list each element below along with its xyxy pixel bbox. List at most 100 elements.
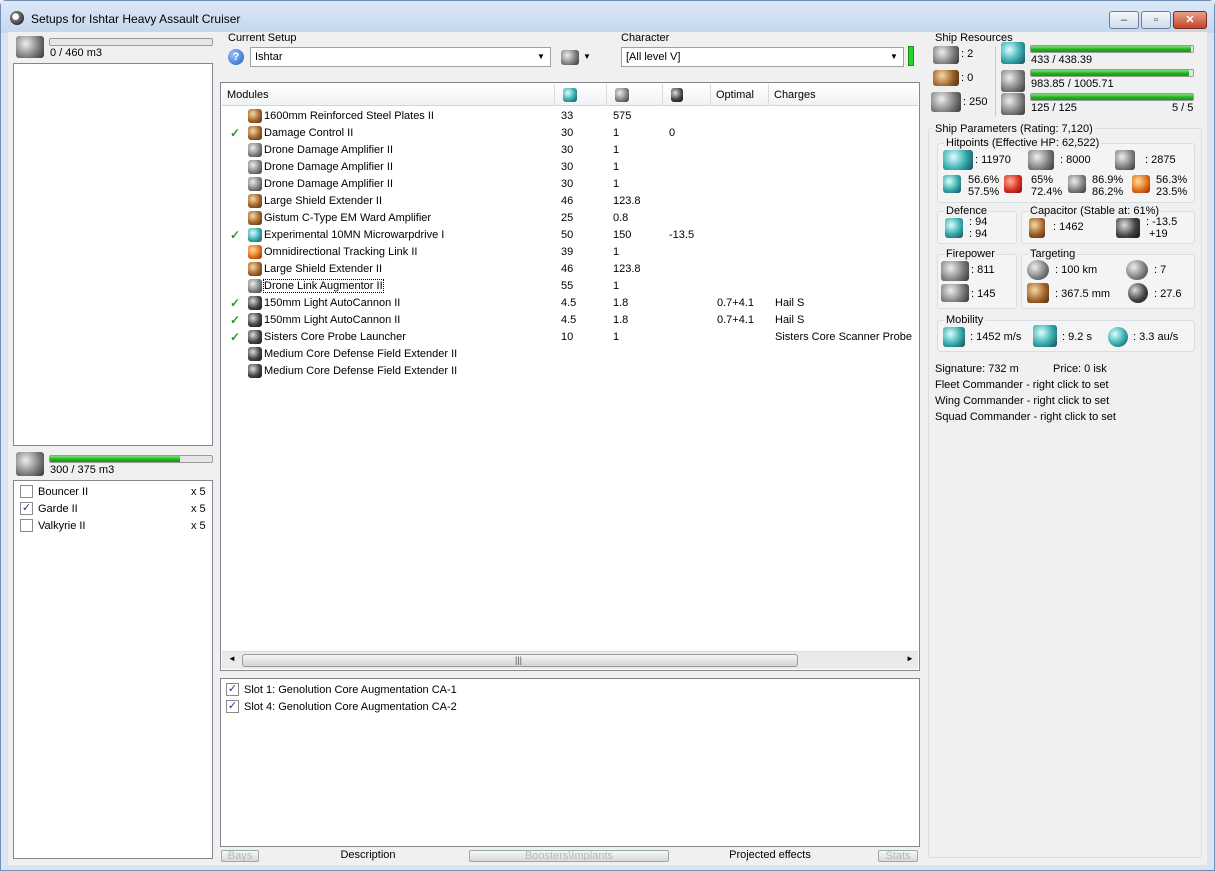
module-row[interactable]: Drone Damage Amplifier II 30 1 — [222, 176, 918, 193]
setup-options-chevron-icon[interactable]: ▼ — [583, 52, 591, 61]
module-row[interactable]: Medium Core Defense Field Extender II — [222, 363, 918, 380]
setup-options-icon[interactable] — [561, 50, 579, 65]
drone-checkbox[interactable] — [20, 519, 33, 532]
cargo-list[interactable] — [13, 63, 213, 446]
scan-resolution-icon — [1027, 283, 1049, 303]
module-row[interactable]: Large Shield Extender II 46 123.8 — [222, 193, 918, 210]
explosive-resist-icon — [1132, 175, 1150, 193]
drone-row[interactable]: Valkyrie II x 5 — [14, 518, 212, 535]
module-active-check-icon[interactable]: ✓ — [230, 330, 240, 344]
character-label: Character — [621, 32, 670, 44]
module-row[interactable]: Gistum C-Type EM Ward Amplifier 25 0.8 — [222, 210, 918, 227]
module-row[interactable]: Drone Damage Amplifier II 30 1 — [222, 159, 918, 176]
column-capacitor[interactable] — [663, 84, 711, 106]
implant-row[interactable]: ✓ Slot 1: Genolution Core Augmentation CA… — [221, 681, 917, 698]
module-name: Drone Damage Amplifier II — [264, 161, 393, 173]
drone-row[interactable]: Bouncer II x 5 — [14, 484, 212, 501]
implant-label: Slot 4: Genolution Core Augmentation CA-… — [244, 701, 457, 713]
modules-horizontal-scrollbar[interactable]: ◄ ||| ► — [222, 651, 918, 669]
module-row[interactable]: ✓ Sisters Core Probe Launcher 10 1 Sisters C… — [222, 329, 918, 346]
signature-radius: Signature: 732 m — [935, 363, 1019, 375]
module-powergrid: 150 — [613, 229, 632, 241]
module-icon — [248, 245, 262, 259]
module-icon — [248, 313, 262, 327]
drone-checkbox[interactable]: ✓ — [20, 502, 33, 515]
module-row[interactable]: Omnidirectional Tracking Link II 39 1 — [222, 244, 918, 261]
sensor-strength-icon — [1128, 283, 1148, 303]
cpu-value: 433 / 438.39 — [1031, 54, 1093, 66]
scrollbar-thumb[interactable]: ||| — [242, 654, 798, 667]
launcher-hardpoint-icon — [933, 70, 959, 86]
structure-icon — [1115, 150, 1135, 170]
drone-list[interactable]: Bouncer II x 5 ✓ Garde II x 5 Valkyrie II x 5 — [13, 480, 213, 859]
drone-count: x 5 — [191, 486, 206, 498]
module-cpu: 50 — [561, 229, 574, 241]
firepower-title: Firepower — [944, 248, 997, 260]
sensor-strength-value: : 27.6 — [1154, 288, 1182, 300]
tab-projected-effects[interactable]: Projected effects — [720, 850, 820, 862]
module-row[interactable]: Medium Core Defense Field Extender II — [222, 346, 918, 363]
powergrid-bar — [1030, 69, 1194, 77]
em-shield-resist: 56.6% — [968, 174, 1000, 186]
maximize-button[interactable]: ▫ — [1141, 11, 1171, 29]
close-button[interactable]: ✕ — [1173, 11, 1207, 29]
cargo-bay-icon — [16, 36, 44, 58]
squad-commander-slot[interactable]: Squad Commander - right click to set — [935, 411, 1116, 423]
implant-checkbox[interactable]: ✓ — [226, 700, 239, 713]
module-active-check-icon[interactable]: ✓ — [230, 126, 240, 140]
module-row[interactable]: ✓ 150mm Light AutoCannon II 4.5 1.8 0.7+4.1 H… — [222, 312, 918, 329]
wing-commander-slot[interactable]: Wing Commander - right click to set — [935, 395, 1109, 407]
tab-bays[interactable]: Bays — [221, 850, 259, 862]
module-row[interactable]: ✓ Experimental 10MN Microwarpdrive I 50 150… — [222, 227, 918, 244]
implant-checkbox[interactable]: ✓ — [226, 683, 239, 696]
implant-row[interactable]: ✓ Slot 4: Genolution Core Augmentation CA… — [221, 698, 917, 715]
app-icon — [10, 11, 24, 25]
module-active-check-icon[interactable]: ✓ — [230, 228, 240, 242]
implants-list[interactable]: ✓ Slot 1: Genolution Core Augmentation CA… — [220, 678, 920, 847]
shield-hp-value: : 11970 — [975, 154, 1011, 166]
module-powergrid: 1 — [613, 161, 620, 173]
module-row[interactable]: ✓ Damage Control II 30 1 0 — [222, 125, 918, 142]
powergrid-value: 983.85 / 1005.71 — [1031, 78, 1114, 90]
cpu-bar — [1030, 45, 1194, 53]
scroll-right-icon[interactable]: ► — [906, 654, 914, 663]
column-modules[interactable]: Modules — [222, 84, 555, 106]
modules-grid[interactable]: Modules Optimal Charges 1600mm Reinforce… — [220, 82, 920, 671]
active-drones-value: 5 / 5 — [1172, 102, 1194, 114]
tab-boosters-implants[interactable]: Boosters\Implants — [469, 850, 669, 862]
turret-hardpoints-value: : 2 — [961, 48, 974, 60]
character-select[interactable]: [All level V] ▼ — [621, 47, 904, 67]
module-powergrid: 1 — [613, 331, 620, 343]
module-icon — [248, 279, 262, 293]
fleet-commander-slot[interactable]: Fleet Commander - right click to set — [935, 379, 1109, 391]
question-icon[interactable]: ? — [228, 49, 244, 65]
tab-stats[interactable]: Stats — [878, 850, 918, 862]
resources-divider — [995, 46, 996, 116]
module-row[interactable]: ✓ 150mm Light AutoCannon II 4.5 1.8 0.7+4.1 H… — [222, 295, 918, 312]
module-active-check-icon[interactable]: ✓ — [230, 313, 240, 327]
current-setup-select[interactable]: Ishtar ▼ — [250, 47, 551, 67]
drone-row[interactable]: ✓ Garde II x 5 — [14, 501, 212, 518]
module-cpu: 25 — [561, 212, 574, 224]
module-row[interactable]: 1600mm Reinforced Steel Plates II 33 575 — [222, 108, 918, 125]
module-name: Omnidirectional Tracking Link II — [264, 246, 418, 258]
module-active-check-icon[interactable]: ✓ — [230, 296, 240, 310]
targeting-range-value: : 100 km — [1055, 264, 1098, 276]
module-row[interactable]: Drone Damage Amplifier II 30 1 — [222, 142, 918, 159]
module-row[interactable]: Drone Link Augmentor II 55 1 — [222, 278, 918, 295]
title-bar[interactable]: Setups for Ishtar Heavy Assault Cruiser … — [1, 1, 1214, 33]
module-cpu: 46 — [561, 195, 574, 207]
drone-checkbox[interactable] — [20, 485, 33, 498]
column-optimal[interactable]: Optimal — [711, 84, 769, 106]
module-row[interactable]: Large Shield Extender II 46 123.8 — [222, 261, 918, 278]
module-name: Sisters Core Probe Launcher — [264, 331, 406, 343]
module-cpu: 30 — [561, 178, 574, 190]
column-charges[interactable]: Charges — [769, 84, 919, 106]
tab-description[interactable]: Description — [328, 850, 408, 862]
drone-dps-icon — [941, 261, 969, 281]
scroll-left-icon[interactable]: ◄ — [228, 654, 236, 663]
current-setup-value: Ishtar — [255, 51, 283, 63]
column-cpu[interactable] — [555, 84, 607, 106]
minimize-button[interactable]: – — [1109, 11, 1139, 29]
column-powergrid[interactable] — [607, 84, 663, 106]
